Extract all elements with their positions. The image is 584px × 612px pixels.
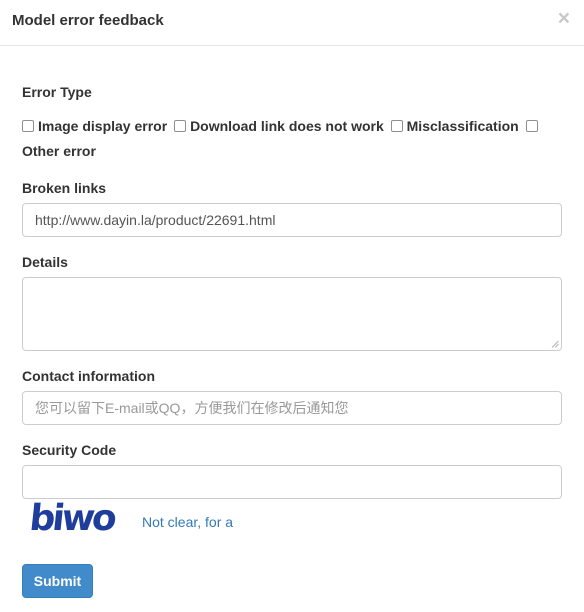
modal-title: Model error feedback: [12, 12, 164, 29]
contact-label: Contact information: [22, 368, 155, 384]
checkbox-misclassification[interactable]: [390, 120, 403, 132]
contact-input[interactable]: 您可以留下E-mail或QQ，方便我们在修改后通知您: [22, 391, 562, 425]
broken-links-value: http://www.dayin.la/product/22691.html: [35, 212, 276, 228]
resize-handle-icon[interactable]: [551, 340, 559, 348]
broken-links-input[interactable]: http://www.dayin.la/product/22691.html: [22, 203, 562, 237]
option-image-display-error[interactable]: Image display error: [22, 116, 167, 136]
contact-placeholder: 您可以留下E-mail或QQ，方便我们在修改后通知您: [35, 400, 349, 416]
option-label: Image display error: [38, 118, 168, 134]
captcha-refresh-link[interactable]: Not clear, for a: [142, 514, 233, 530]
submit-button[interactable]: Submit: [22, 564, 93, 598]
error-type-options: Image display error Download link does n…: [22, 116, 562, 136]
close-icon[interactable]: ×: [558, 8, 570, 29]
option-label: Misclassification: [406, 118, 519, 134]
security-code-input[interactable]: [22, 465, 562, 499]
checkbox-download-link[interactable]: [174, 120, 187, 132]
checkbox-other-error[interactable]: [525, 120, 538, 132]
modal-header: Model error feedback ×: [0, 0, 584, 46]
option-other-error-label: Other error: [22, 143, 96, 159]
captcha-image[interactable]: biwo: [30, 497, 116, 537]
details-textarea[interactable]: [22, 277, 562, 351]
security-code-label: Security Code: [22, 442, 117, 458]
checkbox-image-display-error[interactable]: [22, 120, 34, 132]
broken-links-label: Broken links: [22, 180, 107, 196]
option-misclassification[interactable]: Misclassification: [390, 116, 519, 136]
details-label: Details: [22, 254, 68, 270]
feedback-modal: Model error feedback × Error Type Image …: [0, 0, 584, 612]
option-download-link[interactable]: Download link does not work: [174, 116, 384, 136]
error-type-label: Error Type: [22, 84, 92, 100]
option-label: Download link does not work: [190, 118, 384, 134]
captcha-text: biwo: [30, 497, 116, 537]
